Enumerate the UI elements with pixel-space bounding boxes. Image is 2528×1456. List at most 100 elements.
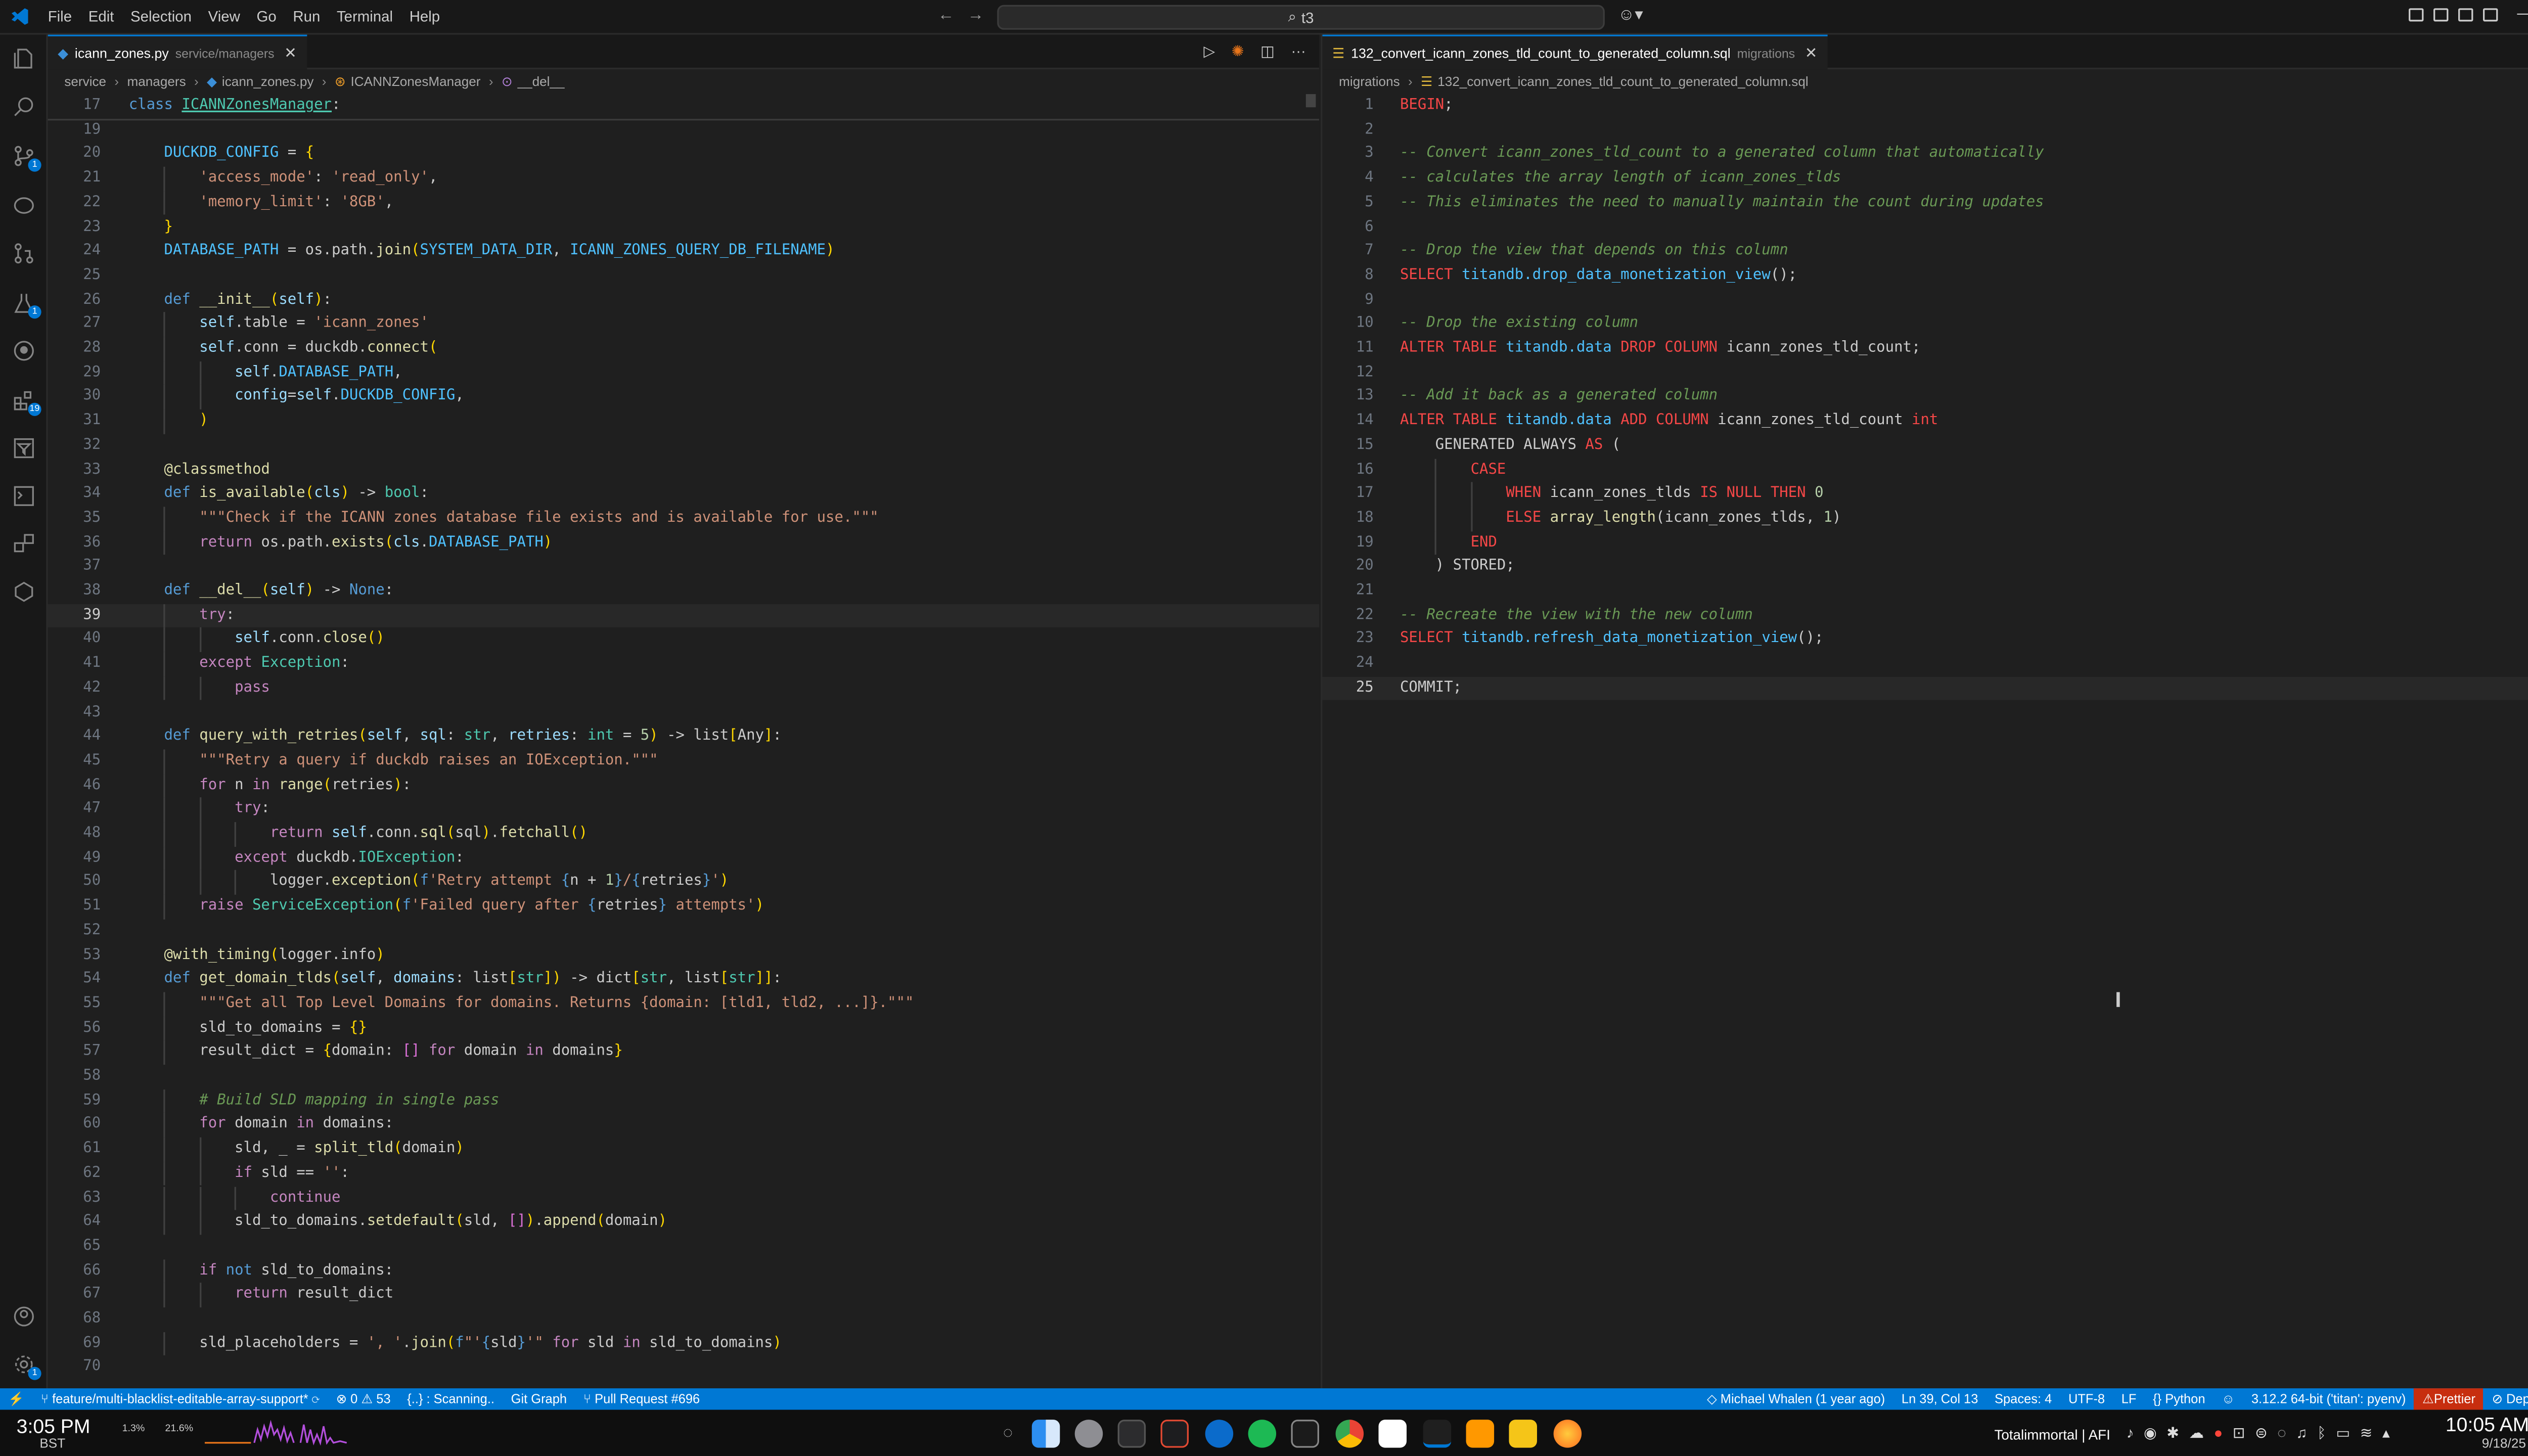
remote-indicator-icon[interactable]: ⚡ xyxy=(0,1392,32,1406)
code-line[interactable]: ) xyxy=(129,410,208,434)
git-pull-request-icon[interactable] xyxy=(12,241,36,266)
code-line[interactable]: except duckdb.IOException: xyxy=(129,846,464,871)
code-line[interactable]: sld_placeholders = ', '.join(f"'{sld}'" … xyxy=(129,1332,782,1356)
git-blame[interactable]: ◇ Michael Whalen (1 year ago) xyxy=(1699,1392,1893,1406)
code-line[interactable]: COMMIT; xyxy=(1400,676,1462,701)
bell-icon[interactable]: ♪ xyxy=(2127,1425,2134,1443)
chrome-app-icon[interactable] xyxy=(1335,1420,1364,1448)
code-line[interactable]: def __init__(self): xyxy=(129,288,332,312)
code-line[interactable]: -- Drop the view that depends on this co… xyxy=(1400,240,1788,264)
code-line[interactable]: ELSE array_length(icann_zones_tlds, 1) xyxy=(1400,507,1841,531)
split-editor-icon[interactable]: ◫ xyxy=(1260,43,1275,61)
instruments-app-icon[interactable] xyxy=(1160,1420,1189,1448)
slack-app-icon[interactable] xyxy=(1378,1420,1407,1448)
code-line[interactable]: try: xyxy=(129,604,235,628)
code-line[interactable]: def query_with_retries(self, sql: str, r… xyxy=(129,725,782,749)
code-line[interactable]: SELECT titandb.drop_data_monetization_vi… xyxy=(1400,264,1797,288)
source-control-icon[interactable]: 1 xyxy=(12,144,41,172)
tab-migration-sql[interactable]: ☰ 132_convert_icann_zones_tld_count_to_g… xyxy=(1322,34,1828,70)
code-line[interactable]: return result_dict xyxy=(129,1283,393,1307)
copilot-icon[interactable]: ☺▾ xyxy=(1618,7,1643,25)
code-line[interactable]: sld_to_domains.setdefault(sld, []).appen… xyxy=(129,1210,667,1235)
filter-icon[interactable] xyxy=(12,436,36,461)
cloud-tray-icon[interactable]: ☁ xyxy=(2189,1425,2203,1443)
back-arrow-icon[interactable]: ← xyxy=(938,7,955,25)
code-line[interactable]: WHEN icann_zones_tlds IS NULL THEN 0 xyxy=(1400,482,1823,507)
code-line[interactable]: if not sld_to_domains: xyxy=(129,1259,393,1283)
debug-icon[interactable]: ✺ xyxy=(1232,43,1244,61)
breadcrumb-item[interactable]: 132_convert_icann_zones_tld_count_to_gen… xyxy=(1437,74,1808,89)
firefox-app-icon[interactable] xyxy=(1553,1420,1582,1448)
toggle-secondary-sidebar-icon[interactable] xyxy=(2457,7,2473,21)
more-actions-icon[interactable]: ··· xyxy=(1291,43,1305,61)
menu-edit[interactable]: Edit xyxy=(80,8,122,25)
extensions-icon[interactable]: 19 xyxy=(12,388,41,416)
alert-tray-icon[interactable]: ● xyxy=(2214,1425,2223,1443)
code-line[interactable]: ) STORED; xyxy=(1400,555,1515,579)
code-line[interactable]: END xyxy=(1400,531,1497,555)
code-line[interactable]: self.conn = duckdb.connect( xyxy=(129,337,437,361)
code-line[interactable]: -- calculates the array length of icann_… xyxy=(1400,167,1841,191)
code-line[interactable]: # Build SLD mapping in single pass xyxy=(129,1089,499,1113)
code-editor-sql[interactable]: 1 BEGIN; 2 3 -- Convert icann_zones_tld_coun… xyxy=(1322,94,2528,1388)
slack-tray-icon[interactable]: ✱ xyxy=(2166,1425,2179,1443)
code-line[interactable]: return os.path.exists(cls.DATABASE_PATH) xyxy=(129,531,552,555)
code-line[interactable]: ALTER TABLE titandb.data ADD COLUMN ican… xyxy=(1400,410,1938,434)
prettier-status[interactable]: ⚠ Prettier xyxy=(2414,1388,2484,1410)
menu-run[interactable]: Run xyxy=(285,8,329,25)
code-line[interactable]: -- Convert icann_zones_tld_count to a ge… xyxy=(1400,143,2044,167)
wifi-icon[interactable]: ≋ xyxy=(2360,1425,2373,1443)
code-line[interactable]: raise ServiceException(f'Failed query af… xyxy=(129,895,764,919)
remote-explorer-icon[interactable] xyxy=(12,531,36,556)
code-line[interactable]: for n in range(retries): xyxy=(129,774,411,798)
lock-tray-icon[interactable]: ⊡ xyxy=(2233,1425,2245,1443)
vpn-tray-icon[interactable]: ⊜ xyxy=(2255,1425,2268,1443)
customize-layout-icon[interactable] xyxy=(2482,7,2498,21)
code-line[interactable]: GENERATED ALWAYS AS ( xyxy=(1400,434,1620,458)
code-line[interactable]: except Exception: xyxy=(129,652,349,676)
code-line[interactable]: @with_timing(logger.info) xyxy=(129,943,384,968)
finder-app-icon[interactable] xyxy=(1031,1420,1060,1448)
menu-selection[interactable]: Selection xyxy=(122,8,200,25)
code-line[interactable]: def get_domain_tlds(self, domains: list[… xyxy=(129,968,782,992)
python-interpreter[interactable]: 3.12.2 64-bit ('titan': pyenv) xyxy=(2243,1392,2414,1406)
vscode-app-icon[interactable] xyxy=(1423,1420,1452,1448)
sound-tray-icon[interactable]: ◌ xyxy=(2277,1425,2286,1443)
code-line[interactable]: -- Add it back as a generated column xyxy=(1400,385,1718,410)
run-python-icon[interactable]: ▷ xyxy=(1203,43,1215,61)
scanning-status[interactable]: {..} : Scanning.. xyxy=(399,1392,503,1406)
breadcrumb-item[interactable]: ICANNZonesManager xyxy=(351,74,481,89)
accounts-icon[interactable] xyxy=(12,1304,36,1329)
menu-terminal[interactable]: Terminal xyxy=(329,8,401,25)
breadcrumb-item[interactable]: icann_zones.py xyxy=(222,74,314,89)
code-line[interactable]: logger.exception(f'Retry attempt {n + 1}… xyxy=(129,871,729,895)
tab-icann-zones-py[interactable]: ◆ icann_zones.py service/managers ✕ xyxy=(48,34,307,70)
code-line[interactable]: -- Recreate the view with the new column xyxy=(1400,604,1753,628)
cursor-position[interactable]: Ln 39, Col 13 xyxy=(1893,1392,1987,1406)
code-line[interactable]: 'memory_limit': '8GB', xyxy=(129,191,393,215)
git-graph-button[interactable]: Git Graph xyxy=(503,1392,575,1406)
bezel-app-icon[interactable] xyxy=(1509,1420,1537,1448)
dependi-status[interactable]: ⊘ Dependi xyxy=(2484,1392,2528,1406)
toggle-primary-sidebar-icon[interactable] xyxy=(2408,7,2423,21)
code-line[interactable]: -- Drop the existing column xyxy=(1400,312,1638,337)
onepassword-tray-icon[interactable]: ◉ xyxy=(2144,1425,2157,1443)
code-line[interactable]: DUCKDB_CONFIG = { xyxy=(129,143,314,167)
chevron-up-icon[interactable]: ▴ xyxy=(2382,1425,2390,1443)
git-branch[interactable]: ⑂ feature/multi-blacklist-editable-array… xyxy=(32,1392,328,1406)
code-line[interactable]: 'access_mode': 'read_only', xyxy=(129,167,437,191)
code-line[interactable]: self.conn.close() xyxy=(129,628,385,652)
close-tab-icon[interactable]: ✕ xyxy=(284,44,297,62)
end-of-line[interactable]: LF xyxy=(2113,1392,2144,1406)
battery-icon[interactable]: ▭ xyxy=(2336,1425,2350,1443)
copilot-status-icon[interactable]: ☺ xyxy=(2214,1392,2243,1406)
code-line[interactable]: return self.conn.sql(sql).fetchall() xyxy=(129,822,588,846)
github-icon[interactable] xyxy=(12,338,36,363)
code-line[interactable]: self.DATABASE_PATH, xyxy=(129,361,402,385)
code-line[interactable]: """Check if the ICANN zones database fil… xyxy=(129,507,879,531)
testing-flask-icon[interactable]: 1 xyxy=(12,291,41,319)
manage-gear-icon[interactable]: 1 xyxy=(12,1352,41,1380)
code-line[interactable]: result_dict = {domain: [] for domain in … xyxy=(129,1040,623,1065)
pull-request-button[interactable]: ⑂ Pull Request #696 xyxy=(575,1392,708,1406)
language-mode[interactable]: {} Python xyxy=(2145,1392,2214,1406)
